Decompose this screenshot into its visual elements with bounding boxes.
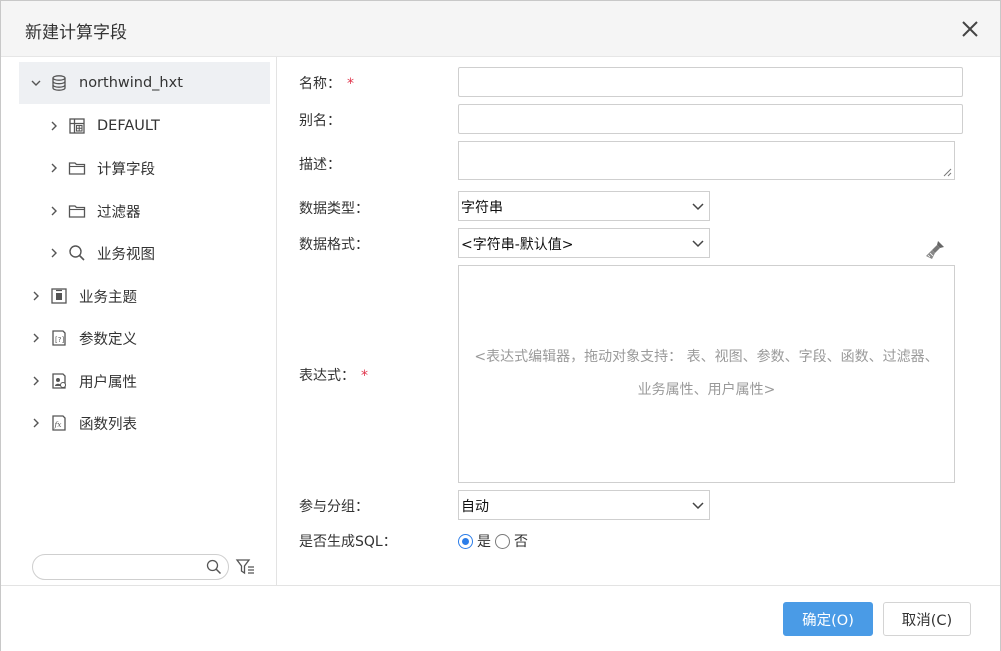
chevron-right-icon[interactable] <box>29 374 43 388</box>
dialog-title: 新建计算字段 <box>25 23 127 43</box>
user-attribute-icon <box>49 371 69 391</box>
chevron-right-icon[interactable] <box>29 289 43 303</box>
field-form: 名称： * 别名： 描述： 数据类型： 字符串 数据格式： <字符串-默认值> 表… <box>278 57 1000 585</box>
chevron-right-icon[interactable] <box>47 161 61 175</box>
tree-item-calculated-fields[interactable]: 计算字段 <box>19 147 270 189</box>
generate-sql-radio-group: 是 否 <box>458 531 532 551</box>
tree-item-parameters[interactable]: [?] 参数定义 <box>19 317 270 359</box>
tree-item-label: 业务主题 <box>79 289 137 306</box>
business-theme-icon <box>49 286 69 306</box>
folder-icon <box>67 201 87 221</box>
resource-tree-panel: northwind_hxt DEFAULT 计算字段 过滤器 业务视图 业务主题… <box>1 57 277 585</box>
expression-label: 表达式： * <box>299 368 368 384</box>
tree-search-input[interactable] <box>32 554 229 580</box>
tree-item-business-views[interactable]: 业务视图 <box>19 232 270 274</box>
tree-item-label: 计算字段 <box>97 161 155 178</box>
sql-no-radio[interactable] <box>495 533 510 549</box>
search-icon <box>67 243 87 263</box>
format-select[interactable]: <字符串-默认值> <box>458 228 710 258</box>
close-icon[interactable] <box>960 19 980 39</box>
database-icon <box>49 73 69 93</box>
group-value: 自动 <box>461 499 489 515</box>
dialog-titlebar: 新建计算字段 <box>1 1 1000 57</box>
chevron-down-icon <box>692 502 704 510</box>
tree-item-label: 参数定义 <box>79 331 137 348</box>
chevron-right-icon[interactable] <box>47 204 61 218</box>
chevron-right-icon[interactable] <box>29 331 43 345</box>
tree-item-business-themes[interactable]: 业务主题 <box>19 275 270 317</box>
expression-editor[interactable]: <表达式编辑器，拖动对象支持： 表、视图、参数、字段、函数、过滤器、业务属性、用… <box>458 265 955 483</box>
cancel-button[interactable]: 取消(C) <box>883 602 971 636</box>
alias-input[interactable] <box>458 104 963 134</box>
name-input[interactable] <box>458 67 963 97</box>
format-value: <字符串-默认值> <box>461 237 574 253</box>
folder-icon <box>67 158 87 178</box>
format-label: 数据格式： <box>299 237 369 253</box>
tree-item-label: northwind_hxt <box>79 75 183 91</box>
expression-placeholder: <表达式编辑器，拖动对象支持： 表、视图、参数、字段、函数、过滤器、业务属性、用… <box>474 349 939 398</box>
alias-label: 别名： <box>299 113 341 129</box>
svg-text:fx: fx <box>54 420 63 429</box>
required-mark: * <box>347 76 354 92</box>
tree-item-user-attributes[interactable]: 用户属性 <box>19 360 270 402</box>
chevron-right-icon[interactable] <box>29 416 43 430</box>
sql-no-label[interactable]: 否 <box>514 531 528 551</box>
datatype-label: 数据类型： <box>299 201 369 217</box>
schema-grid-icon <box>67 116 87 136</box>
svg-text:[?]: [?] <box>55 336 64 344</box>
chevron-down-icon <box>692 203 704 211</box>
clear-brush-icon[interactable] <box>923 238 947 262</box>
group-select[interactable]: 自动 <box>458 490 710 520</box>
new-calculated-field-dialog: 新建计算字段 northwind_hxt DEFAULT 计算字段 过滤器 业务… <box>0 0 1001 651</box>
tree-item-function-list[interactable]: fx 函数列表 <box>19 402 270 444</box>
tree-item-label: 函数列表 <box>79 416 137 433</box>
function-list-icon: fx <box>49 413 69 433</box>
name-label: 名称： * <box>299 76 354 92</box>
tree-item-label: 用户属性 <box>79 374 137 391</box>
sql-yes-radio[interactable] <box>458 533 473 549</box>
required-mark: * <box>361 368 368 384</box>
chevron-right-icon[interactable] <box>47 246 61 260</box>
tree-item-filters[interactable]: 过滤器 <box>19 190 270 232</box>
tree-item-northwind[interactable]: northwind_hxt <box>19 62 270 104</box>
resize-grip-icon[interactable] <box>943 168 952 177</box>
description-textarea[interactable] <box>458 141 955 180</box>
datatype-value: 字符串 <box>461 200 503 216</box>
chevron-down-icon[interactable] <box>29 76 43 90</box>
filter-icon[interactable] <box>235 557 255 577</box>
ok-button[interactable]: 确定(O) <box>783 602 873 636</box>
tree-item-label: DEFAULT <box>97 118 160 134</box>
tree-item-label: 过滤器 <box>97 204 141 221</box>
group-label: 参与分组： <box>299 499 369 515</box>
parameter-icon: [?] <box>49 328 69 348</box>
chevron-right-icon[interactable] <box>47 119 61 133</box>
datatype-select[interactable]: 字符串 <box>458 191 710 221</box>
search-icon[interactable] <box>206 559 222 575</box>
description-label: 描述： <box>299 157 341 173</box>
dialog-footer: 确定(O) 取消(C) <box>1 585 1000 651</box>
chevron-down-icon <box>692 240 704 248</box>
tree-item-label: 业务视图 <box>97 246 155 263</box>
generate-sql-label: 是否生成SQL： <box>299 534 397 550</box>
tree-item-default[interactable]: DEFAULT <box>19 105 270 147</box>
sql-yes-label[interactable]: 是 <box>477 531 491 551</box>
